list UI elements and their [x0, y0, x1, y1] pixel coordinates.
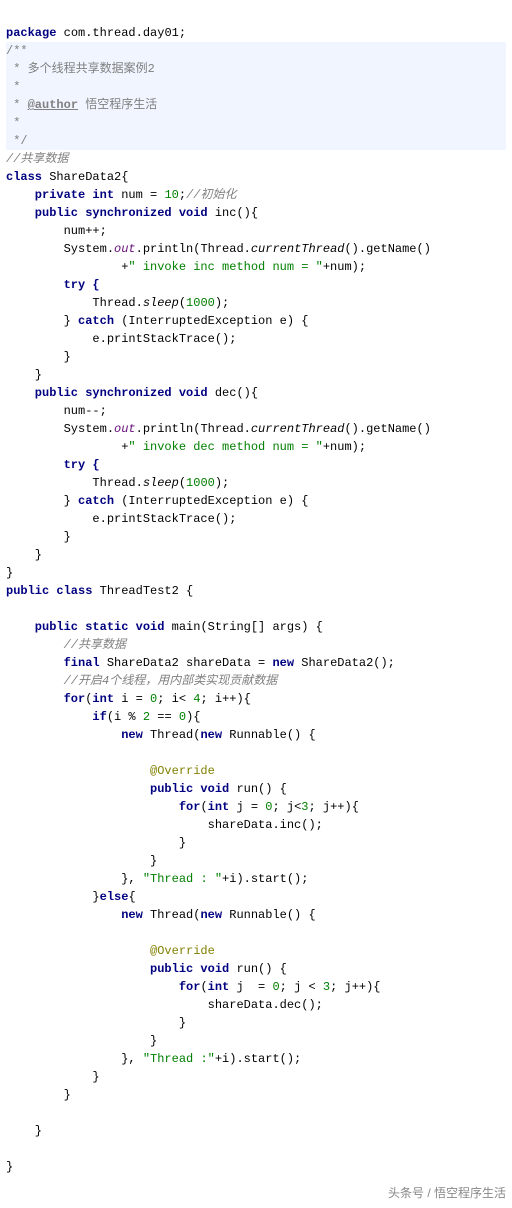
javadoc: /** * 多个线程共享数据案例2 * * @author 悟空程序生活 * *… [6, 42, 506, 150]
cmt-share: //共享数据 [6, 152, 68, 166]
pkg-name: com.thread.day01; [56, 26, 186, 40]
code-block: package com.thread.day01; /** * 多个线程共享数据… [6, 6, 506, 1176]
kw-class: class [6, 170, 42, 184]
kw-package: package [6, 26, 56, 40]
footer-attribution: 头条号 / 悟空程序生活 [6, 1184, 506, 1202]
